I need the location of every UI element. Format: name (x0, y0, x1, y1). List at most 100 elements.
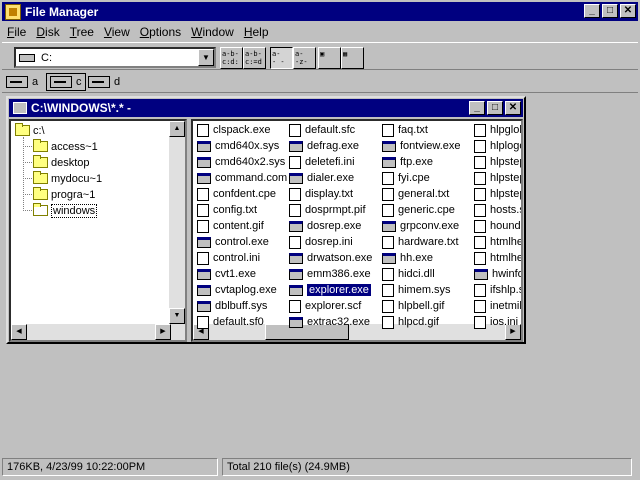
tree-vertical-scrollbar[interactable]: ▲ ▼ (169, 121, 185, 340)
drive-select[interactable]: C: ▼ (14, 47, 216, 68)
tree-item-label: windows (51, 203, 98, 218)
child-maximize-button[interactable]: □ (487, 101, 503, 115)
maximize-button[interactable]: □ (602, 4, 618, 18)
file-item[interactable]: explorer.exe (289, 282, 372, 298)
menu-help[interactable]: Help (239, 25, 274, 39)
file-name: content.gif (213, 220, 264, 232)
file-item[interactable]: ifshlp.sys (474, 282, 521, 298)
file-item[interactable]: ftp.exe (382, 154, 433, 170)
file-item[interactable]: dosrep.ini (289, 234, 353, 250)
file-item[interactable]: hlpstep1 (474, 154, 521, 170)
menu-tree[interactable]: Tree (65, 25, 99, 39)
sort-button[interactable]: a- -z- (293, 47, 316, 69)
file-item[interactable]: faq.txt (382, 122, 428, 138)
file-item[interactable]: cmd640x2.sys (197, 154, 285, 170)
tree-item[interactable]: mydocu~1 (33, 171, 102, 186)
chevron-down-icon[interactable]: ▼ (198, 49, 214, 66)
file-item[interactable]: hlpcd.gif (382, 314, 439, 330)
drive-d-button[interactable]: d (88, 73, 120, 91)
file-item[interactable]: hlplogo.gi (474, 138, 521, 154)
document-file-icon (382, 235, 394, 249)
file-item[interactable]: deletefi.ini (289, 154, 355, 170)
file-item[interactable]: ios.ini (474, 314, 518, 330)
minimize-button[interactable]: _ (584, 4, 600, 18)
properties-button[interactable]: ▦ (341, 47, 364, 69)
child-minimize-button[interactable]: _ (469, 101, 485, 115)
file-item[interactable]: fyi.cpe (382, 170, 430, 186)
file-item[interactable]: default.sfc (289, 122, 355, 138)
file-item[interactable]: hwinfo.e (474, 266, 521, 282)
file-item[interactable]: drwatson.exe (289, 250, 372, 266)
file-item[interactable]: dblbuff.sys (197, 298, 267, 314)
list-view-button[interactable]: a- - - z- (270, 47, 293, 69)
file-item[interactable]: hlpbell.gif (382, 298, 444, 314)
file-item[interactable]: control.exe (197, 234, 269, 250)
file-item[interactable]: confdent.cpe (197, 186, 276, 202)
file-item[interactable]: dosrep.exe (289, 218, 361, 234)
scroll-left-icon[interactable]: ◀ (11, 324, 27, 340)
file-item[interactable]: hounds (474, 218, 521, 234)
scroll-down-icon[interactable]: ▼ (169, 308, 185, 324)
directory-window-title-bar[interactable]: C:\WINDOWS\*.* - _ □ ✕ (9, 99, 523, 117)
file-item[interactable]: defrag.exe (289, 138, 359, 154)
file-item[interactable]: control.ini (197, 250, 260, 266)
file-name: dosrep.ini (305, 236, 353, 248)
drive-letter: c (76, 76, 82, 88)
file-item[interactable]: display.txt (289, 186, 353, 202)
menu-file[interactable]: File (2, 25, 31, 39)
file-item[interactable]: default.sf0 (197, 314, 264, 330)
menu-disk[interactable]: Disk (31, 25, 64, 39)
folder-icon (33, 139, 48, 152)
file-item[interactable]: htmlhelp (474, 234, 521, 250)
disconnect-drive-button[interactable]: a-b- c:=d (243, 47, 266, 69)
file-name: htmlhelp (490, 252, 523, 264)
menu-options[interactable]: Options (135, 25, 186, 39)
file-item[interactable]: htmlhelp (474, 250, 523, 266)
folder-icon (33, 187, 48, 200)
scroll-up-icon[interactable]: ▲ (169, 121, 185, 137)
file-item[interactable]: general.txt (382, 186, 449, 202)
tree-item[interactable]: desktop (33, 155, 90, 170)
file-item[interactable]: hosts.sa (474, 202, 521, 218)
tree-item[interactable]: progra~1 (33, 187, 95, 202)
close-button[interactable]: ✕ (620, 4, 636, 18)
copy-button[interactable]: ▣ (318, 47, 341, 69)
child-close-button[interactable]: ✕ (505, 101, 521, 115)
menu-window[interactable]: Window (186, 25, 239, 39)
file-item[interactable]: command.com (197, 170, 287, 186)
tree-horizontal-scrollbar[interactable]: ◀ ▶ (11, 324, 171, 340)
file-item[interactable]: inetmib1 (474, 298, 521, 314)
file-item[interactable]: hlpstep3 (474, 186, 521, 202)
file-item[interactable]: hlpglobe (474, 122, 521, 138)
file-item[interactable]: himem.sys (382, 282, 451, 298)
file-item[interactable]: emm386.exe (289, 266, 371, 282)
title-bar[interactable]: File Manager _ □ ✕ (2, 2, 638, 21)
tree-item[interactable]: access~1 (33, 139, 98, 154)
file-item[interactable]: cvt1.exe (197, 266, 256, 282)
file-item[interactable]: cmd640x.sys (197, 138, 279, 154)
file-item[interactable]: hh.exe (382, 250, 433, 266)
file-item[interactable]: dialer.exe (289, 170, 354, 186)
file-item[interactable]: explorer.scf (289, 298, 361, 314)
menu-view[interactable]: View (99, 25, 135, 39)
file-item[interactable]: hardware.txt (382, 234, 459, 250)
file-item[interactable]: hlpstep2 (474, 170, 521, 186)
program-file-icon (197, 140, 211, 152)
file-item[interactable]: dosprmpt.pif (289, 202, 366, 218)
scroll-right-icon[interactable]: ▶ (155, 324, 171, 340)
file-item[interactable]: cvtaplog.exe (197, 282, 277, 298)
file-item[interactable]: extrac32.exe (289, 314, 370, 330)
drive-a-button[interactable]: a (6, 73, 38, 91)
file-item[interactable]: grpconv.exe (382, 218, 459, 234)
connect-drive-button[interactable]: a-b- c:d: (220, 47, 243, 69)
file-item[interactable]: content.gif (197, 218, 264, 234)
file-item[interactable]: fontview.exe (382, 138, 461, 154)
tree-item[interactable]: c:\ (15, 123, 45, 138)
drive-c-button[interactable]: c (46, 73, 86, 91)
file-name: hosts.sa (490, 204, 521, 216)
tree-item[interactable]: windows (33, 203, 98, 218)
file-item[interactable]: clspack.exe (197, 122, 270, 138)
file-item[interactable]: hidci.dll (382, 266, 435, 282)
file-item[interactable]: config.txt (197, 202, 257, 218)
file-item[interactable]: generic.cpe (382, 202, 455, 218)
